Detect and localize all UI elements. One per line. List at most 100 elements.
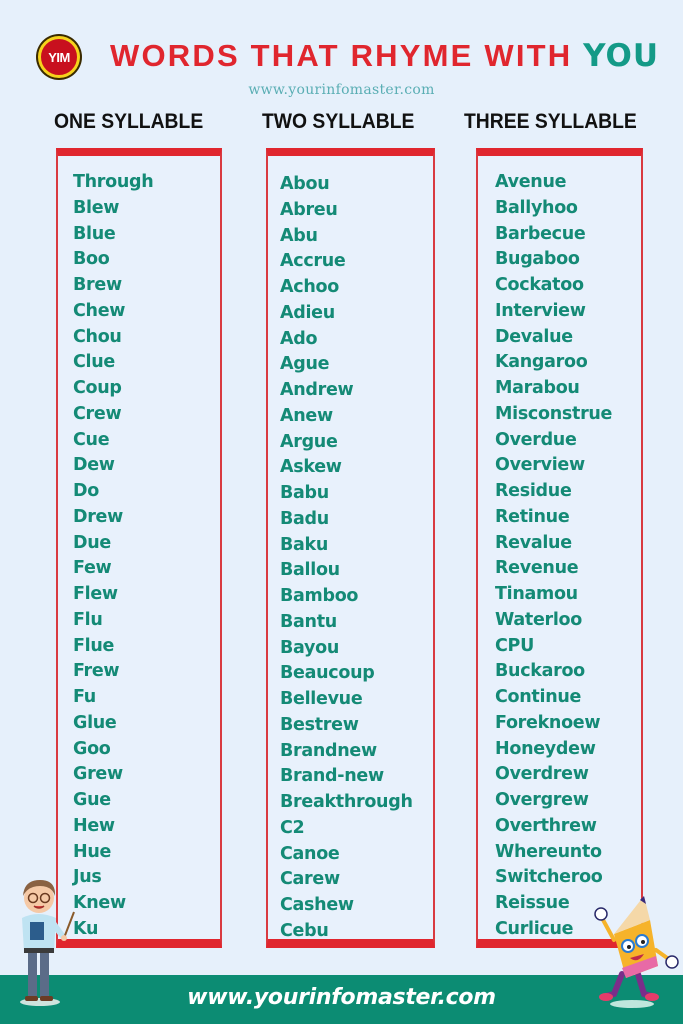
word-item: Due <box>73 532 111 553</box>
column-header-one-syllable: ONE SYLLABLE <box>54 110 204 133</box>
word-item: Flew <box>73 584 118 604</box>
subtitle-url: www.yourinfomaster.com <box>248 82 435 98</box>
word-item: Do <box>73 481 99 501</box>
word-item: Bellevue <box>280 689 363 709</box>
word-item: Frew <box>73 661 120 682</box>
word-item: Waterloo <box>495 609 582 630</box>
word-item: Blew <box>73 197 120 218</box>
word-item: Bestrew <box>280 714 359 735</box>
word-item: Cue <box>73 429 110 450</box>
word-item: Ado <box>280 328 318 349</box>
word-item: Crew <box>73 403 122 424</box>
word-item: Retinue <box>495 506 570 527</box>
word-item: Flue <box>73 635 115 656</box>
three-syllable-box: Avenue Ballyhoo Barbecue Bugaboo Cockatoo Int… <box>476 148 643 948</box>
word-item: Bayou <box>280 637 339 658</box>
word-item: Brandnew <box>280 740 377 761</box>
word-item: Honeydew <box>495 738 596 759</box>
word-item: Drew <box>73 506 123 527</box>
word-item: Clue <box>73 352 115 373</box>
two-syllable-box: Abou Abreu Abu Accrue Achoo Adieu Ado Ague Andre… <box>266 148 435 948</box>
word-item: Marabou <box>495 378 580 398</box>
word-item: Goo <box>73 738 111 759</box>
word-item: Hew <box>73 815 115 836</box>
word-item: Anew <box>280 405 333 426</box>
word-item: Few <box>73 558 112 579</box>
word-item: Andrew <box>280 380 354 400</box>
word-item: Argue <box>280 431 338 452</box>
word-item: Ku <box>73 918 99 939</box>
word-item: Kangaroo <box>495 352 588 373</box>
word-item: Cebu <box>280 920 329 941</box>
title-main: WORDS THAT RHYME WITH <box>110 38 584 73</box>
teacher-illustration-icon <box>20 880 75 1006</box>
word-item: Breakthrough <box>280 792 413 812</box>
word-item: Bamboo <box>280 586 359 606</box>
word-item: Abu <box>280 225 318 246</box>
word-item: Canoe <box>280 843 340 864</box>
yim-logo: YIM <box>38 36 80 78</box>
word-item: Grew <box>73 764 123 785</box>
word-item: Devalue <box>495 326 573 347</box>
word-item: Abou <box>280 174 330 194</box>
column-header-three-syllable: THREE SYLLABLE <box>464 110 637 133</box>
word-item: Coup <box>73 378 122 398</box>
one-syllable-box: Through Blew Blue Boo Brew Chew Chou Clue Coup Cr… <box>56 148 222 948</box>
word-item: Dew <box>73 455 115 476</box>
word-item: Interview <box>495 300 586 321</box>
word-item: Adieu <box>280 302 335 323</box>
word-item: Barbecue <box>495 223 586 244</box>
word-item: Misconstrue <box>495 403 613 424</box>
word-item: Chew <box>73 300 126 321</box>
word-item: Brew <box>73 275 122 295</box>
pencil-mascot-icon <box>594 896 679 1008</box>
word-item: Foreknoew <box>495 712 601 733</box>
word-item: Knew <box>73 893 126 913</box>
word-item: Residue <box>495 481 572 501</box>
word-item: Overthrew <box>495 815 597 836</box>
word-item: Jus <box>73 867 102 888</box>
word-item: Babu <box>280 483 329 503</box>
word-item: Glue <box>73 712 117 733</box>
word-item: Revalue <box>495 532 572 553</box>
word-item: Continue <box>495 687 582 707</box>
word-item: Bugaboo <box>495 249 580 270</box>
word-item: Cashew <box>280 895 354 915</box>
word-item: Overgrew <box>495 790 589 810</box>
word-item: Overdrew <box>495 764 589 785</box>
word-item: Gue <box>73 790 111 810</box>
word-item: Tinamou <box>495 584 578 604</box>
word-item: Cockatoo <box>495 275 584 295</box>
two-syllable-list: Abou Abreu Abu Accrue Achoo Adieu Ado Ague Andre… <box>280 172 413 945</box>
word-item: Fu <box>73 687 96 707</box>
word-item: Revenue <box>495 558 579 579</box>
word-item: Carew <box>280 869 340 890</box>
word-item: CPU <box>495 635 534 656</box>
word-item: Avenue <box>495 172 567 192</box>
footer-url: www.yourinfomaster.com <box>187 985 496 1010</box>
word-item: Beaucoup <box>280 663 375 684</box>
word-item: Askew <box>280 457 342 478</box>
word-item: Switcheroo <box>495 867 603 888</box>
word-item: Badu <box>280 508 329 529</box>
word-item: Baku <box>280 534 329 555</box>
word-item: Chou <box>73 326 122 347</box>
word-item: Overdue <box>495 429 577 450</box>
column-header-two-syllable: TWO SYLLABLE <box>262 110 415 133</box>
word-item: Overview <box>495 455 585 476</box>
word-item: Bantu <box>280 611 337 632</box>
one-syllable-list: Through Blew Blue Boo Brew Chew Chou Clue Coup Cr… <box>73 170 154 943</box>
word-item: Ballyhoo <box>495 197 578 218</box>
word-item: C2 <box>280 817 305 838</box>
word-item: Ague <box>280 354 330 375</box>
title-accent: YOU <box>583 38 660 74</box>
footer-bar: www.yourinfomaster.com <box>0 975 683 1024</box>
page-title: WORDS THAT RHYME WITH YOU <box>110 38 659 74</box>
three-syllable-list: Avenue Ballyhoo Barbecue Bugaboo Cockatoo Int… <box>495 170 612 943</box>
word-item: Accrue <box>280 251 346 272</box>
word-item: Brand-new <box>280 766 384 787</box>
word-item: Whereunto <box>495 841 602 862</box>
word-item: Abreu <box>280 199 338 220</box>
word-item: Blue <box>73 223 116 244</box>
word-item: Boo <box>73 249 110 270</box>
